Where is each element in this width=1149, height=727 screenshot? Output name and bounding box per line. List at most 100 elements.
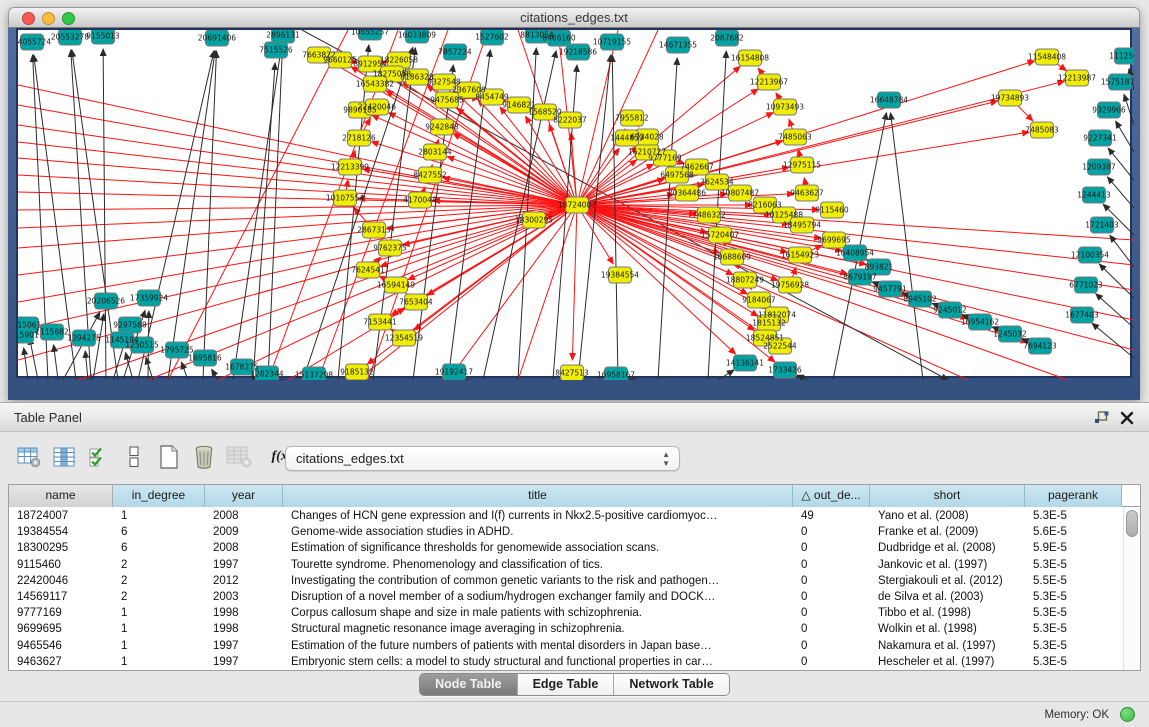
graph-node-label: 10107554 [326, 194, 364, 203]
graph-node-label: 16210727 [628, 148, 666, 157]
graph-node-label: 15137298 [295, 371, 333, 380]
graph-node-label: 9660125 [323, 56, 357, 65]
graph-node-label: 10807487 [721, 189, 759, 198]
graph-node-label: 9475685 [430, 96, 464, 105]
graph-node-label: 14671355 [659, 41, 697, 50]
table-panel-toolbar: f(x) citations_edges.txt ▲▼ [0, 433, 1149, 483]
table-cell: 5.3E-5 [1025, 605, 1122, 621]
graph-node-label: 9463627 [790, 189, 824, 198]
graph-node-label: 7653404 [399, 298, 433, 307]
column-header-pagerank[interactable]: pagerank [1025, 485, 1122, 507]
table-row[interactable]: 1872400712008Changes of HCN gene express… [9, 508, 1122, 524]
table-row[interactable]: 1456911722003Disruption of a novel membe… [9, 589, 1122, 605]
table-cell: 2 [113, 573, 205, 589]
float-panel-icon[interactable] [1094, 411, 1109, 425]
table-row[interactable]: 2242004622012Investigating the contribut… [9, 573, 1122, 589]
window-titlebar[interactable]: citations_edges.txt [8, 7, 1140, 28]
table-row[interactable]: 977716911998Corpus callosum shape and si… [9, 605, 1122, 621]
table-row[interactable]: 969969511998Structural magnetic resonanc… [9, 621, 1122, 637]
table-cell: 1 [113, 638, 205, 654]
citation-network-graph[interactable]: 1872400776638229660125891295418226058182… [18, 30, 1134, 380]
graph-node-label: 9155013 [86, 32, 120, 41]
table-row[interactable]: 911546021997Tourette syndrome. Phenomeno… [9, 557, 1122, 573]
table-type-segmented-control: Node TableEdge TableNetwork Table [419, 673, 730, 696]
graph-node-label: 18495794 [783, 221, 821, 230]
table-cell: 0 [793, 605, 870, 621]
column-header-name[interactable]: name [9, 485, 113, 507]
table-row[interactable]: 1938455462009Genome-wide association stu… [9, 524, 1122, 540]
table-cell: 2 [113, 589, 205, 605]
graph-node-label: 19756928 [771, 281, 809, 290]
graph-node-label: 9245012 [933, 306, 967, 315]
graph-node-label: 1209387 [1082, 163, 1116, 172]
table-cell: Investigating the contribution of common… [283, 573, 793, 589]
graph-node-label: 9329966 [1092, 106, 1126, 115]
close-panel-icon[interactable] [1120, 411, 1134, 425]
graph-node-label: 18226058 [380, 56, 418, 65]
graph-node-label: 12100354 [1071, 251, 1109, 260]
vertical-scrollbar[interactable] [1123, 508, 1140, 670]
table-row[interactable]: 1830029562008Estimation of significance … [9, 540, 1122, 556]
network-canvas[interactable]: 1872400776638229660125891295418226058182… [16, 28, 1132, 378]
minimize-window-icon[interactable] [42, 12, 55, 25]
table-cell: 9463627 [9, 654, 113, 670]
memory-ok-indicator[interactable] [1120, 707, 1135, 722]
table-row[interactable]: 946362711997Embryonic stem cells: a mode… [9, 654, 1122, 670]
table-cell: 5.3E-5 [1025, 508, 1122, 524]
show-columns-icon[interactable] [51, 444, 77, 470]
table-settings-icon[interactable] [16, 444, 42, 470]
graph-node-label: 22420046 [358, 103, 396, 112]
column-header-in_degree[interactable]: in_degree [113, 485, 205, 507]
graph-node-label: 7955812 [615, 114, 649, 123]
graph-node-label: 7694123 [1023, 342, 1057, 351]
graph-node-label: 1733426 [768, 366, 802, 375]
table-row[interactable]: 946554611997Estimation of the future num… [9, 638, 1122, 654]
row-height-icon[interactable] [121, 444, 147, 470]
graph-node-label: 20691406 [198, 34, 236, 43]
column-header-short[interactable]: short [870, 485, 1025, 507]
delete-table-icon[interactable] [191, 444, 217, 470]
graph-node-label: 6771023 [1069, 281, 1103, 290]
graph-node-label: 12354519 [385, 334, 423, 343]
close-window-icon[interactable] [22, 12, 35, 25]
panel-title: Table Panel [14, 410, 82, 425]
table-select-dropdown[interactable]: citations_edges.txt ▲▼ [285, 446, 680, 471]
column-header-out_de[interactable]: △ out_de... [793, 485, 870, 507]
graph-node-label: 9227341 [1083, 134, 1117, 143]
graph-node-label: 1112504 [1109, 52, 1134, 61]
window-title: citations_edges.txt [9, 8, 1139, 28]
graph-node-label: 1245032 [993, 330, 1027, 339]
graph-node-label: 10688609 [713, 253, 751, 262]
graph-node-label: 8216063 [748, 201, 782, 210]
graph-node-label: 1721403 [1085, 221, 1119, 230]
tab-network-table[interactable]: Network Table [614, 674, 729, 695]
zoom-window-icon[interactable] [62, 12, 75, 25]
graph-node-label: 2718126 [342, 134, 376, 143]
graph-node-label: 7857224 [438, 48, 472, 57]
scrollbar-thumb[interactable] [1126, 510, 1138, 537]
column-header-title[interactable]: title [283, 485, 793, 507]
table-cell: Estimation of significance thresholds fo… [283, 540, 793, 556]
graph-node-label: 16594149 [377, 281, 415, 290]
new-table-icon[interactable] [156, 444, 182, 470]
table-cell: 18724007 [9, 508, 113, 524]
graph-node-label: 12213399 [331, 163, 369, 172]
graph-node-label: 9184067 [742, 296, 776, 305]
graph-node-label: 16954162 [961, 318, 999, 327]
table-body: 1872400712008Changes of HCN gene express… [9, 508, 1122, 670]
graph-node-label: 10973493 [766, 103, 804, 112]
table-tabs-bar: Node TableEdge TableNetwork Table [0, 673, 1149, 696]
table-cell: Tourette syndrome. Phenomenology and cla… [283, 557, 793, 573]
graph-node-label: 19384554 [601, 271, 639, 280]
column-header-year[interactable]: year [205, 485, 283, 507]
tab-node-table[interactable]: Node Table [420, 674, 517, 695]
select-columns-icon[interactable] [86, 444, 112, 470]
table-cell: 0 [793, 638, 870, 654]
graph-node-label: 893821 [865, 263, 894, 272]
graph-node-label: 9242848 [425, 123, 459, 132]
table-cell: 5.3E-5 [1025, 589, 1122, 605]
import-table-icon[interactable] [226, 444, 252, 470]
network-view-window: citations_edges.txt 18724007766382296601… [8, 7, 1140, 400]
table-cell: 19384554 [9, 524, 113, 540]
tab-edge-table[interactable]: Edge Table [518, 674, 615, 695]
